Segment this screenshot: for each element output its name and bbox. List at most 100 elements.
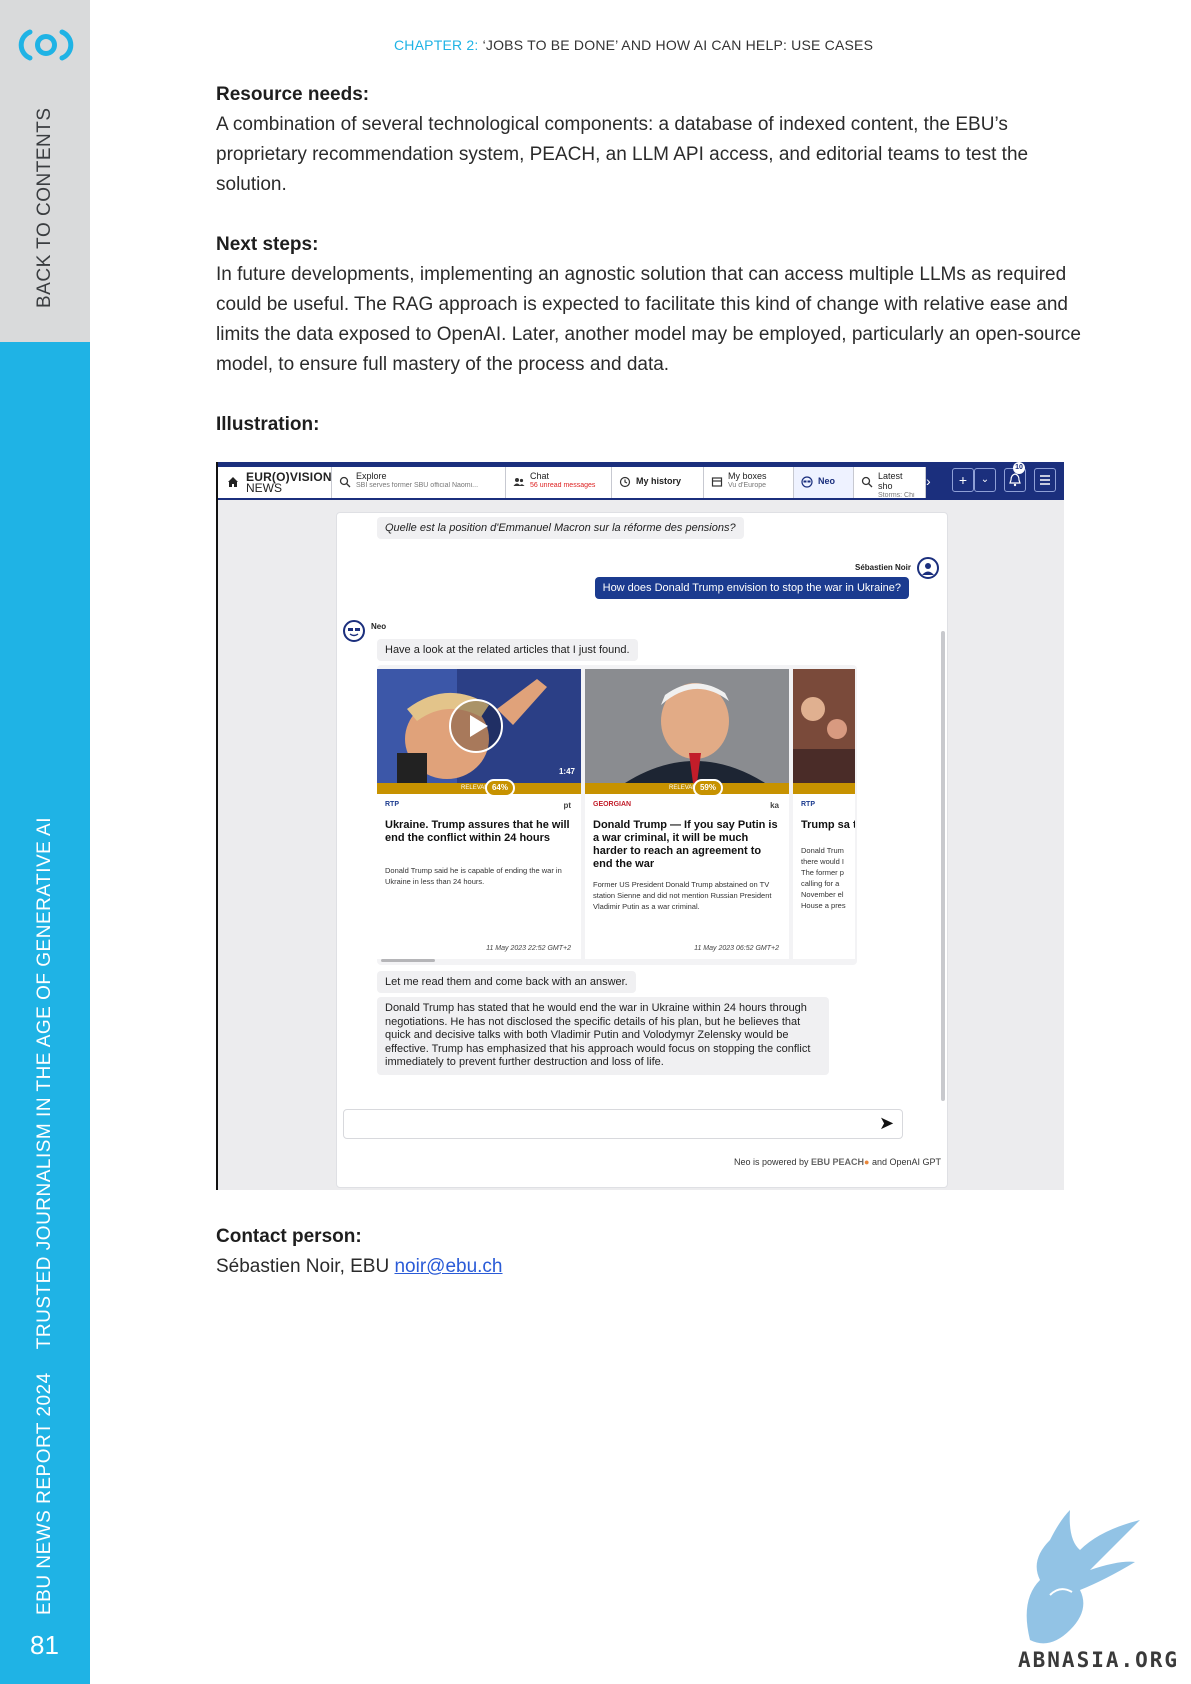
neo-avatar-icon bbox=[343, 620, 365, 642]
chapter-number: CHAPTER 2: bbox=[394, 37, 479, 53]
tab-neo-label: Neo bbox=[818, 476, 836, 486]
search-icon bbox=[339, 476, 351, 488]
send-icon[interactable]: ➤ bbox=[879, 1113, 894, 1134]
powered-prefix: Neo is powered by bbox=[733, 1157, 811, 1167]
article-card[interactable]: 1:47 RELEVANCE 64% RTP pt Ukraine. Trump… bbox=[377, 669, 581, 959]
chat-scrollbar[interactable] bbox=[941, 631, 945, 1101]
powered-by: Neo is powered by EBU PEACH● and OpenAI … bbox=[734, 1157, 941, 1167]
chapter-header: CHAPTER 2: ‘JOBS TO BE DONE’ AND HOW AI … bbox=[394, 37, 873, 53]
tab-neo[interactable]: Neo bbox=[794, 467, 854, 498]
resource-needs-text: A combination of several technological c… bbox=[216, 114, 1029, 195]
article-thumbnail bbox=[793, 669, 855, 783]
notification-badge: 10 bbox=[1013, 462, 1025, 474]
brand-line2: NEWS bbox=[246, 481, 282, 495]
relevance-bar bbox=[793, 783, 855, 794]
article-title[interactable]: Trump sa there wou bbox=[801, 819, 855, 832]
resource-needs-heading: Resource needs: bbox=[216, 84, 370, 105]
tab-chat-label: Chat bbox=[530, 471, 550, 481]
chevron-down-icon[interactable]: ⌄ bbox=[974, 468, 996, 492]
video-duration: 1:47 bbox=[558, 767, 575, 776]
search-icon bbox=[861, 476, 873, 488]
neo-chat-screenshot: EUR(O)VISION NEWS Explore SBI serves for… bbox=[216, 462, 1064, 1190]
article-card[interactable]: RTP Trump sa there wou Donald Trum there… bbox=[793, 669, 855, 959]
article-card[interactable]: RELEVANCE 59% GEORGIAN ka Donald Trump —… bbox=[585, 669, 789, 959]
article-carousel[interactable]: 1:47 RELEVANCE 64% RTP pt Ukraine. Trump… bbox=[377, 665, 857, 965]
article-title[interactable]: Donald Trump — If you say Putin is a war… bbox=[593, 819, 779, 871]
chat-input[interactable] bbox=[343, 1109, 903, 1139]
relevance-badge: 64% bbox=[485, 779, 515, 797]
tab-my-history[interactable]: My history bbox=[612, 467, 704, 498]
history-icon bbox=[619, 476, 631, 488]
chapter-title: ‘JOBS TO BE DONE’ AND HOW AI CAN HELP: U… bbox=[482, 37, 874, 53]
contact-section: Contact person: Sébastien Noir, EBU noir… bbox=[216, 1226, 1096, 1282]
article-description: Donald Trum there would I The former p c… bbox=[801, 846, 846, 910]
article-description: Donald Trump said he is capable of endin… bbox=[385, 866, 562, 886]
user-question: How does Donald Trump envision to stop t… bbox=[594, 577, 909, 599]
relevance-bar: RELEVANCE bbox=[585, 783, 789, 794]
user-avatar-icon bbox=[917, 557, 939, 579]
report-name: EBU NEWS REPORT 2024 bbox=[34, 1372, 55, 1615]
contact-text: Sébastien Noir, EBU bbox=[216, 1256, 395, 1277]
ebu-logo-icon bbox=[18, 29, 74, 61]
watermark-griffin-icon bbox=[1026, 1510, 1140, 1644]
carousel-scrollbar[interactable] bbox=[381, 959, 435, 962]
home-icon bbox=[228, 477, 238, 487]
hamburger-icon bbox=[1040, 475, 1050, 485]
tab-my-boxes-sub: Vu d'Europe bbox=[728, 482, 767, 489]
page-number: 81 bbox=[30, 1630, 59, 1660]
next-steps-section: Next steps: In future developments, impl… bbox=[216, 234, 1096, 380]
contact-email-link[interactable]: noir@ebu.ch bbox=[394, 1256, 502, 1277]
tab-explore-sub: SBI serves former SBU official Naomi... bbox=[356, 482, 479, 489]
neo-icon bbox=[801, 476, 813, 488]
new-tab-button[interactable]: + bbox=[952, 468, 974, 492]
neo-answer-text: Donald Trump has stated that he would en… bbox=[377, 997, 829, 1075]
user-name: Sébastien Noir bbox=[854, 563, 911, 572]
article-date: 11 May 2023 06:52 GMT+2 bbox=[694, 945, 779, 952]
neo-answer-intro: Have a look at the related articles that… bbox=[377, 639, 638, 661]
illustration-section: Illustration: bbox=[216, 414, 1096, 436]
play-video-icon[interactable] bbox=[449, 699, 503, 753]
next-steps-text: In future developments, implementing an … bbox=[216, 264, 1081, 375]
contact-heading: Contact person: bbox=[216, 1226, 362, 1247]
tab-chat[interactable]: Chat 56 unread messages bbox=[506, 467, 612, 498]
tab-home[interactable]: EUR(O)VISION NEWS bbox=[218, 467, 332, 498]
tab-explore[interactable]: Explore SBI serves former SBU official N… bbox=[332, 467, 506, 498]
tab-latest-label: Latest sho bbox=[878, 471, 903, 491]
relevance-badge: 59% bbox=[693, 779, 723, 797]
source-logo: RTP bbox=[385, 801, 399, 808]
neo-name: Neo bbox=[371, 622, 387, 631]
tab-explore-label: Explore bbox=[356, 471, 387, 481]
box-icon bbox=[711, 477, 723, 487]
relevance-bar: RELEVANCE bbox=[377, 783, 581, 794]
resource-needs-section: Resource needs: A combination of several… bbox=[216, 84, 1096, 200]
report-subtitle: TRUSTED JOURNALISM IN THE AGE OF GENERAT… bbox=[34, 816, 55, 1350]
next-steps-heading: Next steps: bbox=[216, 234, 319, 255]
contact-line: Sébastien Noir, EBU noir@ebu.ch bbox=[216, 1252, 1096, 1282]
neo-answer-follow: Let me read them and come back with an a… bbox=[377, 971, 636, 993]
app-navbar: EUR(O)VISION NEWS Explore SBI serves for… bbox=[218, 462, 1064, 500]
previous-question: Quelle est la position d'Emmanuel Macron… bbox=[377, 517, 744, 539]
menu-button[interactable] bbox=[1034, 468, 1056, 492]
source-logo: GEORGIAN bbox=[593, 801, 632, 808]
language-tag: ka bbox=[770, 801, 779, 810]
scroll-tabs-right-icon[interactable]: › bbox=[926, 473, 931, 489]
powered-peach: EBU PEACH bbox=[811, 1157, 865, 1167]
chat-panel: Quelle est la position d'Emmanuel Macron… bbox=[336, 512, 948, 1188]
tab-my-boxes[interactable]: My boxes Vu d'Europe bbox=[704, 467, 794, 498]
tab-chat-sub: 56 unread messages bbox=[530, 482, 596, 489]
tab-latest-sub: Storms: Chi bbox=[878, 492, 915, 499]
back-to-contents-link[interactable]: BACK TO CONTENTS bbox=[34, 108, 56, 309]
watermark-text: ABNASIA.ORG bbox=[1018, 1648, 1180, 1672]
article-date: 11 May 2023 22:52 GMT+2 bbox=[486, 945, 571, 952]
illustration-heading: Illustration: bbox=[216, 414, 320, 435]
powered-suffix: and OpenAI GPT bbox=[869, 1157, 941, 1167]
bell-icon bbox=[1009, 473, 1021, 487]
tab-my-history-label: My history bbox=[636, 476, 682, 486]
tab-latest[interactable]: Latest sho Storms: Chi bbox=[854, 467, 926, 499]
article-title[interactable]: Ukraine. Trump assures that he will end … bbox=[385, 819, 571, 845]
article-description: Former US President Donald Trump abstain… bbox=[593, 880, 772, 911]
language-tag: pt bbox=[563, 801, 571, 810]
report-title: EBU NEWS REPORT 2024 TRUSTED JOURNALISM … bbox=[34, 817, 56, 1615]
source-logo: RTP bbox=[801, 801, 815, 808]
users-icon bbox=[513, 478, 525, 486]
